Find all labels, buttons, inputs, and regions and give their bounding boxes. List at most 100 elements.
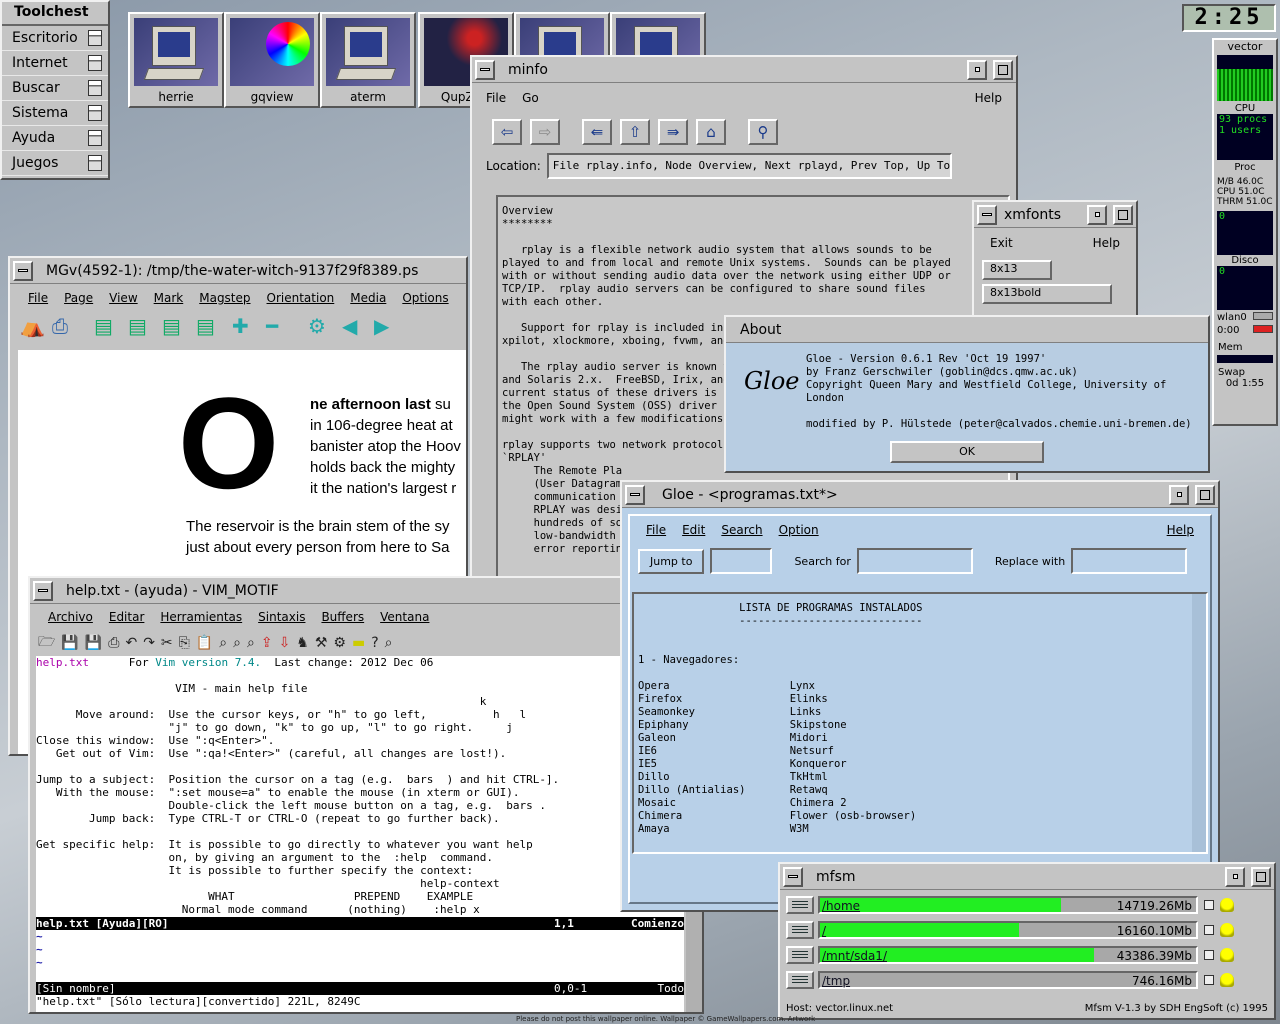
toolchest-item[interactable]: Escritorio: [2, 26, 108, 51]
jump-to-field[interactable]: [710, 548, 773, 574]
copy-icon[interactable]: ⎘: [179, 635, 190, 651]
up-icon[interactable]: ⇧: [620, 119, 650, 145]
minimize-button[interactable]: [1087, 204, 1107, 225]
search-field[interactable]: [856, 548, 973, 574]
menu-file[interactable]: File: [638, 523, 674, 537]
find-next-icon[interactable]: ⌕: [233, 635, 241, 651]
open-icon[interactable]: ⛺: [20, 314, 50, 338]
gloe-scrollbar[interactable]: [1192, 594, 1206, 852]
menu-orientation[interactable]: Orientation: [259, 291, 343, 305]
maximize-button[interactable]: [1251, 866, 1271, 887]
info-icon[interactable]: ⚙: [308, 314, 340, 338]
menu-sintaxis[interactable]: Sintaxis: [250, 610, 313, 624]
page-icon[interactable]: ▤: [128, 314, 160, 338]
window-menu-button[interactable]: [625, 484, 645, 505]
menu-herramientas[interactable]: Herramientas: [152, 610, 250, 624]
find-help-icon[interactable]: ⌕: [385, 635, 393, 651]
menu-magstep[interactable]: Magstep: [191, 291, 258, 305]
make-icon[interactable]: ⚒: [315, 635, 328, 651]
find-prev-icon[interactable]: ⌕: [247, 635, 255, 651]
menu-file[interactable]: File: [20, 291, 56, 305]
toolchest-item[interactable]: Ayuda: [2, 126, 108, 151]
launcher-gqview[interactable]: gqview: [224, 12, 320, 108]
open-icon[interactable]: 🗁: [38, 631, 55, 655]
launcher-herrie[interactable]: herrie: [128, 12, 224, 108]
maximize-button[interactable]: [1195, 484, 1215, 505]
location-field[interactable]: File rplay.info, Node Overview, Next rpl…: [546, 153, 952, 179]
maximize-button[interactable]: [1113, 204, 1133, 225]
page-icon[interactable]: ▤: [94, 314, 126, 338]
vim-editor[interactable]: help.txt For Vim version 7.4. Last chang…: [36, 656, 684, 1012]
font-item[interactable]: 8x13: [982, 260, 1052, 280]
menu-option[interactable]: Option: [771, 523, 827, 537]
load-session-icon[interactable]: ⇪: [261, 635, 273, 651]
shell-icon[interactable]: ⚙: [333, 635, 346, 651]
find-icon[interactable]: ⌕: [219, 635, 227, 651]
menu-page[interactable]: Page: [56, 291, 101, 305]
window-menu-button[interactable]: [33, 580, 53, 601]
back-icon[interactable]: ⇦: [492, 119, 522, 145]
run-script-icon[interactable]: ♞: [296, 635, 309, 651]
menu-exit[interactable]: Exit: [982, 236, 1021, 250]
menu-edit[interactable]: Edit: [674, 523, 713, 537]
menu-media[interactable]: Media: [342, 291, 394, 305]
toolchest-item[interactable]: Buscar: [2, 76, 108, 101]
binoculars-icon[interactable]: ⚲: [748, 119, 778, 145]
replace-field[interactable]: [1071, 548, 1188, 574]
maximize-button[interactable]: [993, 59, 1013, 80]
forward-icon[interactable]: ⇨: [530, 119, 560, 145]
toolchest-item[interactable]: Juegos: [2, 151, 108, 176]
menu-archivo[interactable]: Archivo: [40, 610, 101, 624]
menu-file[interactable]: File: [478, 91, 514, 105]
save-session-icon[interactable]: ⇩: [279, 635, 291, 651]
redo-icon[interactable]: ↷: [143, 635, 155, 651]
ok-button[interactable]: OK: [890, 441, 1044, 463]
next-page-icon[interactable]: ▶: [374, 314, 389, 338]
alarm-checkbox[interactable]: [1204, 899, 1214, 910]
disk-icon[interactable]: [786, 945, 814, 964]
prev-icon[interactable]: ⇚: [582, 119, 612, 145]
launcher-aterm[interactable]: aterm: [320, 12, 416, 108]
tag-icon[interactable]: ▬: [352, 635, 365, 651]
cut-icon[interactable]: ✂: [161, 635, 173, 651]
print-icon[interactable]: ⎙: [52, 314, 92, 338]
menu-mark[interactable]: Mark: [146, 291, 192, 305]
gloe-text-area[interactable]: LISTA DE PROGRAMAS INSTALADOS ----------…: [632, 592, 1208, 854]
prev-page-icon[interactable]: ◀: [342, 314, 372, 338]
window-menu-button[interactable]: [475, 59, 495, 80]
window-menu-button[interactable]: [13, 260, 33, 281]
paste-icon[interactable]: 📋: [196, 635, 213, 651]
alarm-checkbox[interactable]: [1204, 924, 1214, 935]
menu-help[interactable]: Help: [967, 91, 1010, 105]
jump-to-button[interactable]: Jump to: [638, 548, 705, 574]
home-icon[interactable]: ⌂: [696, 119, 726, 145]
disk-icon[interactable]: [786, 920, 814, 939]
minimize-button[interactable]: [967, 59, 987, 80]
save-all-icon[interactable]: 💾: [85, 635, 102, 651]
save-icon[interactable]: 💾: [61, 635, 78, 651]
disk-icon[interactable]: [786, 895, 814, 914]
help-icon[interactable]: ?: [371, 635, 378, 651]
page-icon[interactable]: ▤: [162, 314, 194, 338]
menu-view[interactable]: View: [101, 291, 145, 305]
window-menu-button[interactable]: [977, 204, 997, 225]
toolchest-item[interactable]: Sistema: [2, 101, 108, 126]
disk-icon[interactable]: [786, 970, 814, 989]
zoom-in-icon[interactable]: ✚: [232, 314, 264, 338]
alarm-checkbox[interactable]: [1204, 974, 1214, 985]
undo-icon[interactable]: ↶: [125, 635, 137, 651]
toolchest-item[interactable]: Internet: [2, 51, 108, 76]
menu-buffers[interactable]: Buffers: [313, 610, 372, 624]
menu-ventana[interactable]: Ventana: [372, 610, 437, 624]
menu-search[interactable]: Search: [713, 523, 770, 537]
alarm-checkbox[interactable]: [1204, 949, 1214, 960]
menu-help[interactable]: Help: [1159, 523, 1202, 537]
window-menu-button[interactable]: [783, 866, 803, 887]
print-icon[interactable]: ⎙: [108, 635, 119, 651]
minimize-button[interactable]: [1169, 484, 1189, 505]
minimize-button[interactable]: [1225, 866, 1245, 887]
font-item[interactable]: 8x13bold: [982, 284, 1112, 304]
next-icon[interactable]: ⇛: [658, 119, 688, 145]
zoom-out-icon[interactable]: ━: [266, 314, 306, 338]
menu-editar[interactable]: Editar: [101, 610, 153, 624]
